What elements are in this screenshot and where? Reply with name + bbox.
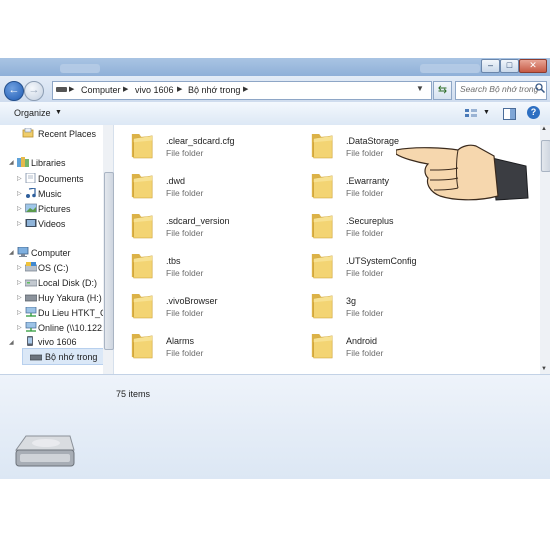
file-name[interactable]: .DataStorage <box>346 136 399 146</box>
file-name[interactable]: .clear_sdcard.cfg <box>166 136 235 146</box>
file-name[interactable]: 3g <box>346 296 356 306</box>
file-type: File folder <box>166 188 204 198</box>
pointing-hand-icon <box>396 144 529 201</box>
file-type: File folder <box>166 348 204 358</box>
file-name[interactable]: Android <box>346 336 377 346</box>
folder-icon[interactable] <box>310 132 334 160</box>
file-type: File folder <box>166 228 204 238</box>
file-type: File folder <box>346 268 384 278</box>
drive-large-icon <box>15 435 75 467</box>
file-name[interactable]: .tbs <box>166 256 181 266</box>
folder-icon[interactable] <box>310 212 334 240</box>
folder-icon[interactable] <box>130 292 154 320</box>
folder-icon[interactable] <box>310 172 334 200</box>
file-type: File folder <box>346 348 384 358</box>
file-name[interactable]: .UTSystemConfig <box>346 256 417 266</box>
item-count: 75 items <box>116 389 151 399</box>
file-name[interactable]: .dwd <box>166 176 185 186</box>
file-type: File folder <box>346 308 384 318</box>
folder-icon[interactable] <box>310 292 334 320</box>
file-name[interactable]: .Ewarranty <box>346 176 389 186</box>
file-type: File folder <box>346 228 384 238</box>
file-type: File folder <box>166 308 204 318</box>
file-type: File folder <box>166 268 204 278</box>
scroll-down-arrow-icon[interactable]: ▼ <box>541 366 547 372</box>
content-scrollbar-thumb[interactable] <box>541 140 550 172</box>
file-type: File folder <box>346 148 384 158</box>
folder-icon[interactable] <box>130 252 154 280</box>
scroll-up-arrow-icon[interactable]: ▲ <box>541 126 547 132</box>
file-name[interactable]: .vivoBrowser <box>166 296 218 306</box>
file-name[interactable]: Alarms <box>166 336 194 346</box>
file-name[interactable]: .sdcard_version <box>166 216 230 226</box>
folder-icon[interactable] <box>130 172 154 200</box>
folder-icon[interactable] <box>310 332 334 360</box>
file-name[interactable]: .Secureplus <box>346 216 394 226</box>
details-pane <box>0 374 550 479</box>
folder-icon[interactable] <box>130 332 154 360</box>
file-type: File folder <box>346 188 384 198</box>
file-type: File folder <box>166 148 204 158</box>
folder-icon[interactable] <box>130 212 154 240</box>
folder-icon[interactable] <box>130 132 154 160</box>
folder-icon[interactable] <box>310 252 334 280</box>
